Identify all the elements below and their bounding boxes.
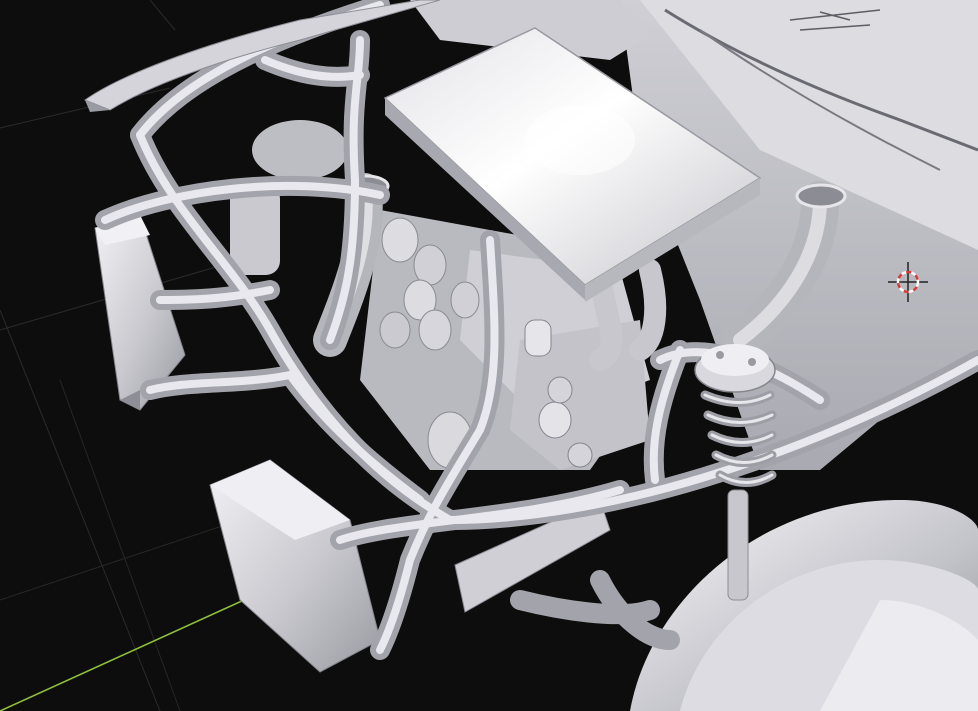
x-axis-line	[0, 594, 256, 711]
front-wheel-fender[interactable]	[630, 500, 978, 711]
viewport-canvas[interactable]	[0, 0, 978, 711]
3d-viewport[interactable]	[0, 0, 978, 711]
